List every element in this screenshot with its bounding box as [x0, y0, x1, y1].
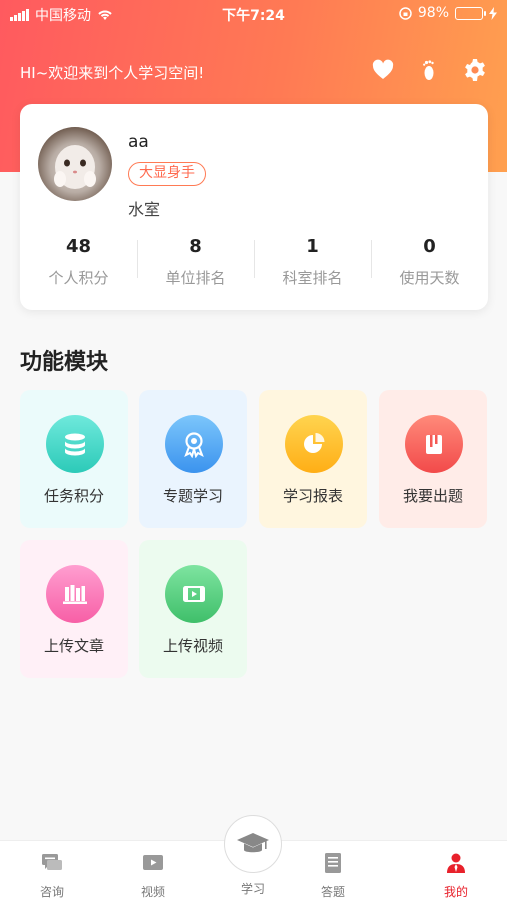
tab-mine[interactable]: 我的 — [416, 841, 496, 900]
pie-chart-icon — [285, 415, 343, 473]
tab-label: 咨询 — [39, 885, 64, 899]
stats-row: 48 个人积分 8 单位排名 1 科室排名 0 使用天数 — [20, 236, 488, 292]
rotation-lock-icon — [399, 6, 412, 20]
books-icon — [46, 565, 104, 623]
database-icon — [46, 415, 104, 473]
battery-percent: 98% — [417, 5, 449, 21]
stat-personal-points[interactable]: 48 个人积分 — [20, 236, 137, 292]
module-upload-article[interactable]: 上传文章 — [20, 540, 128, 678]
section-title: 功能模块 — [20, 350, 109, 375]
tab-label: 我的 — [443, 885, 468, 899]
tab-study[interactable] — [224, 815, 282, 873]
module-label: 上传文章 — [43, 637, 104, 655]
tab-consult[interactable]: 咨询 — [12, 841, 92, 900]
stat-value: 48 — [65, 236, 92, 257]
heart-icon[interactable] — [371, 58, 395, 82]
stat-value: 0 — [423, 236, 436, 257]
gear-icon[interactable] — [463, 58, 487, 82]
module-task-points[interactable]: 任务积分 — [20, 390, 128, 528]
award-icon — [165, 415, 223, 473]
module-label: 学习报表 — [282, 487, 343, 505]
stat-label: 使用天数 — [399, 269, 460, 287]
header-actions — [371, 58, 487, 82]
level-badge: 大显身手 — [128, 162, 206, 186]
profile-card: aa 大显身手 水室 48 个人积分 8 单位排名 1 科室排名 0 使用天数 — [20, 104, 488, 310]
notebook-icon — [325, 853, 341, 873]
stat-unit-rank[interactable]: 8 单位排名 — [137, 236, 254, 292]
stat-usage-days[interactable]: 0 使用天数 — [371, 236, 488, 292]
graduation-cap-icon — [237, 833, 269, 853]
book-icon — [405, 415, 463, 473]
footprint-icon[interactable] — [417, 58, 441, 82]
module-upload-video[interactable]: 上传视频 — [139, 540, 247, 678]
video-icon — [143, 855, 163, 870]
stat-label: 科室排名 — [282, 269, 343, 287]
module-label: 专题学习 — [162, 487, 223, 505]
avatar[interactable] — [38, 127, 112, 201]
stat-value: 1 — [306, 236, 319, 257]
stat-label: 单位排名 — [165, 269, 226, 287]
tab-answer[interactable]: 答题 — [293, 841, 373, 900]
module-label: 我要出题 — [402, 487, 463, 505]
welcome-text: HI~欢迎来到个人学习空间! — [20, 64, 205, 82]
department-label: 水室 — [128, 200, 161, 219]
cat-avatar-image — [54, 145, 96, 189]
stat-department-rank[interactable]: 1 科室排名 — [254, 236, 371, 292]
status-bar: 中国移动 下午7:24 98% — [0, 0, 507, 28]
user-icon — [447, 853, 465, 873]
stat-value: 8 — [189, 236, 202, 257]
tab-label: 视频 — [140, 885, 165, 899]
chat-icon — [42, 854, 62, 870]
module-label: 任务积分 — [43, 487, 104, 505]
tab-label: 答题 — [320, 885, 345, 899]
module-create-question[interactable]: 我要出题 — [379, 390, 487, 528]
username: aa — [128, 132, 149, 152]
stat-label: 个人积分 — [48, 269, 109, 287]
module-topic-study[interactable]: 专题学习 — [139, 390, 247, 528]
battery-icon — [455, 6, 486, 20]
module-label: 上传视频 — [162, 637, 223, 655]
tab-video[interactable]: 视频 — [113, 841, 193, 900]
tab-study-label: 学习 — [240, 882, 265, 896]
film-icon — [165, 565, 223, 623]
module-study-report[interactable]: 学习报表 — [259, 390, 367, 528]
charging-icon — [489, 6, 497, 20]
